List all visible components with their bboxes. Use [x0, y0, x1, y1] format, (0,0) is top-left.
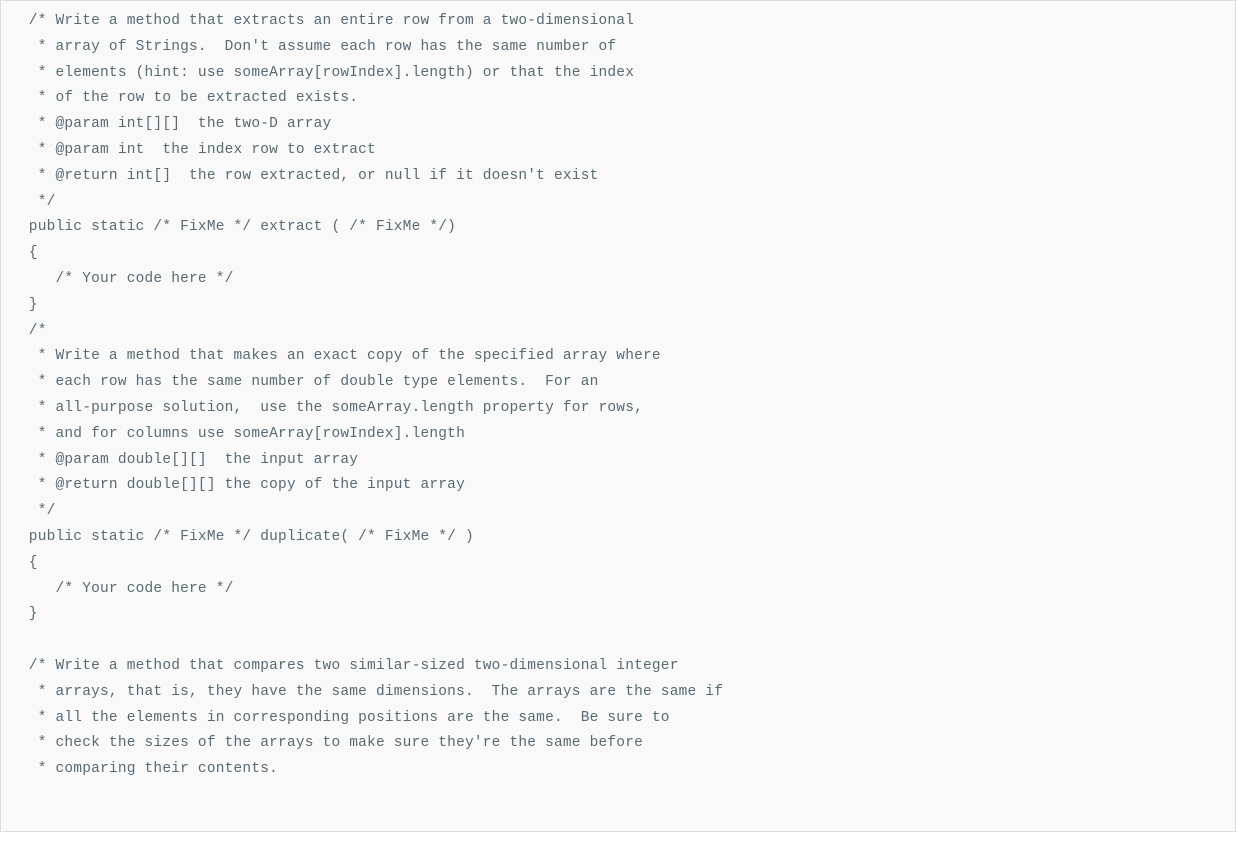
code-block: /* Write a method that extracts an entir…	[0, 0, 1236, 832]
code-content: /* Write a method that extracts an entir…	[11, 9, 1225, 783]
